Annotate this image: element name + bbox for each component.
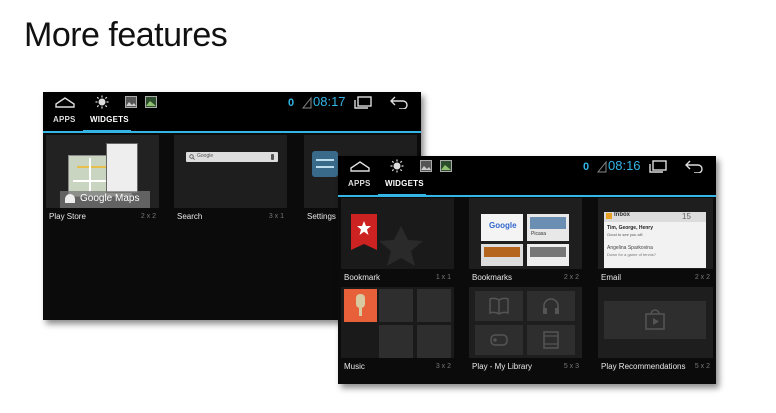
image-icon — [440, 160, 452, 172]
widget-label: Play Store — [49, 212, 86, 221]
widget-music[interactable]: Music 3 x 2 — [341, 287, 454, 373]
widget-size: 1 x 1 — [435, 274, 451, 281]
widget-email[interactable]: Inbox 15 Tim, George, Henry Good to see … — [598, 198, 713, 284]
bookmark-card-google: Google — [481, 214, 523, 241]
sync-icon: 0 — [583, 161, 589, 173]
image-icon — [420, 160, 432, 172]
widget-size: 5 x 2 — [694, 363, 710, 370]
android-screen-front: 0 08:16 APPS WIDGETS Bookmark 1 x 1 Goog… — [338, 156, 716, 384]
play-store-icon — [645, 309, 665, 330]
mic-icon — [271, 154, 274, 160]
settings-icon — [312, 151, 338, 177]
back-icon[interactable] — [684, 159, 704, 173]
widget-label: Play - My Library — [472, 362, 533, 371]
home-icon[interactable] — [55, 95, 75, 109]
brightness-icon — [390, 159, 404, 173]
sync-icon: 0 — [288, 97, 294, 109]
svg-text:0: 0 — [583, 161, 589, 173]
widget-size: 2 x 2 — [563, 274, 579, 281]
film-icon — [543, 331, 559, 349]
star-icon — [379, 226, 423, 266]
status-time: 08:17 — [313, 94, 346, 109]
bookmark-card — [481, 244, 523, 266]
widget-preview: Inbox 15 Tim, George, Henry Good to see … — [598, 198, 713, 269]
headphones-icon — [543, 298, 559, 314]
search-bar-preview: Google — [186, 152, 278, 162]
widget-play-recommendations[interactable]: Play Recommendations 5 x 2 — [598, 287, 713, 373]
gamepad-icon — [490, 334, 508, 346]
status-time: 08:16 — [608, 158, 641, 173]
search-icon — [189, 154, 195, 160]
widget-size: 2 x 2 — [694, 274, 710, 281]
widget-banner: Google Maps — [60, 191, 150, 208]
widget-preview — [469, 287, 582, 358]
tab-widgets[interactable]: WIDGETS — [385, 179, 424, 188]
widget-size: 2 x 2 — [140, 213, 156, 220]
tab-bar: APPS WIDGETS — [43, 112, 421, 133]
recent-apps-icon[interactable] — [649, 159, 667, 173]
bookmark-card — [527, 244, 569, 266]
widget-preview — [341, 198, 454, 269]
widget-play-store[interactable]: Google Maps Play Store 2 x 2 — [46, 135, 159, 223]
widget-grid: Bookmark 1 x 1 Google Picasa Bookmarks 2… — [338, 197, 716, 384]
image-icon — [125, 96, 137, 108]
widget-preview: Google — [174, 135, 287, 208]
widget-size: 3 x 1 — [268, 213, 284, 220]
banner-text: Google Maps — [80, 193, 140, 204]
widget-bookmarks[interactable]: Google Picasa Bookmarks 2 x 2 — [469, 198, 582, 284]
widget-label: Bookmark — [344, 273, 381, 282]
widget-label: Settings s — [307, 212, 343, 221]
widget-search[interactable]: Google Search 3 x 1 — [174, 135, 287, 223]
widget-label: Music — [344, 362, 365, 371]
status-bar: 0 08:17 — [43, 92, 421, 112]
widget-label: Email — [601, 273, 622, 282]
search-text: Google — [197, 153, 214, 159]
widget-preview: Google Picasa — [469, 198, 582, 269]
widget-bookmark[interactable]: Bookmark 1 x 1 — [341, 198, 454, 284]
signal-icon — [302, 96, 312, 109]
back-icon[interactable] — [389, 95, 409, 109]
page-title: More features — [24, 16, 228, 54]
brightness-icon — [95, 95, 109, 109]
tab-apps[interactable]: APPS — [53, 115, 76, 124]
signal-icon — [597, 160, 607, 173]
recent-apps-icon[interactable] — [354, 95, 372, 109]
image-icon — [145, 96, 157, 108]
widget-preview — [341, 287, 454, 358]
inbox-icon — [606, 213, 612, 219]
widget-size: 3 x 2 — [435, 363, 451, 370]
widget-label: Play Recommendations — [601, 362, 686, 371]
music-app-icon — [344, 289, 377, 322]
bookmark-card-picasa: Picasa — [527, 214, 569, 241]
tab-bar: APPS WIDGETS — [338, 176, 716, 197]
widget-label: Search — [177, 212, 203, 221]
shopping-bag-icon — [65, 194, 75, 203]
svg-text:0: 0 — [288, 97, 294, 109]
widget-preview — [598, 287, 713, 358]
widget-label: Bookmarks — [472, 273, 513, 282]
book-icon — [489, 297, 509, 315]
tab-widgets[interactable]: WIDGETS — [90, 115, 129, 124]
widget-preview: Google Maps — [46, 135, 159, 208]
status-bar: 0 08:16 — [338, 156, 716, 176]
widget-play-my-library[interactable]: Play - My Library 5 x 3 — [469, 287, 582, 373]
bookmark-ribbon-icon — [351, 214, 377, 250]
widget-size: 5 x 3 — [563, 363, 579, 370]
email-preview: Inbox 15 Tim, George, Henry Good to see … — [604, 212, 706, 268]
tab-apps[interactable]: APPS — [348, 179, 371, 188]
home-icon[interactable] — [350, 159, 370, 173]
